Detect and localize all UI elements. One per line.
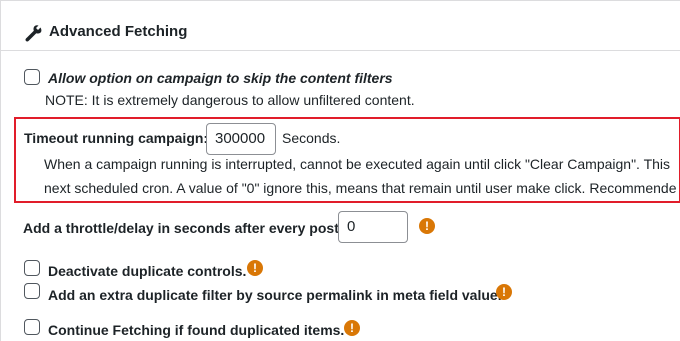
timeout-desc-line2: next scheduled cron. A value of "0" igno… — [44, 180, 677, 196]
throttle-label: Add a throttle/delay in seconds after ev… — [23, 220, 343, 236]
continue-fetching-label: Continue Fetching if found duplicated it… — [48, 322, 345, 338]
skip-filters-note: NOTE: It is extremely dangerous to allow… — [45, 92, 415, 108]
exclamation-icon[interactable]: ! — [496, 284, 512, 300]
timeout-unit: Seconds. — [282, 130, 341, 146]
continue-fetching-checkbox[interactable] — [24, 319, 40, 335]
deactivate-duplicates-label: Deactivate duplicate controls. — [48, 263, 247, 279]
section-header: Advanced Fetching — [1, 1, 680, 51]
throttle-input[interactable]: 0 — [338, 211, 408, 243]
settings-panel: Advanced Fetching Allow option on campai… — [0, 0, 680, 341]
extra-duplicate-filter-checkbox[interactable] — [24, 283, 40, 299]
extra-duplicate-filter-label: Add an extra duplicate filter by source … — [48, 287, 502, 303]
exclamation-icon[interactable]: ! — [419, 218, 435, 234]
timeout-description: When a campaign running is interrupted, … — [44, 156, 679, 196]
section-title: Advanced Fetching — [49, 23, 188, 40]
exclamation-icon[interactable]: ! — [344, 320, 360, 336]
skip-filters-checkbox[interactable] — [24, 69, 40, 85]
skip-filters-label: Allow option on campaign to skip the con… — [48, 70, 393, 86]
exclamation-icon[interactable]: ! — [247, 260, 263, 276]
deactivate-duplicates-checkbox[interactable] — [24, 260, 40, 276]
timeout-desc-line1: When a campaign running is interrupted, … — [44, 156, 671, 172]
timeout-input[interactable]: 300000 — [206, 123, 276, 155]
timeout-label: Timeout running campaign: — [24, 130, 209, 146]
wrench-icon — [25, 25, 42, 42]
